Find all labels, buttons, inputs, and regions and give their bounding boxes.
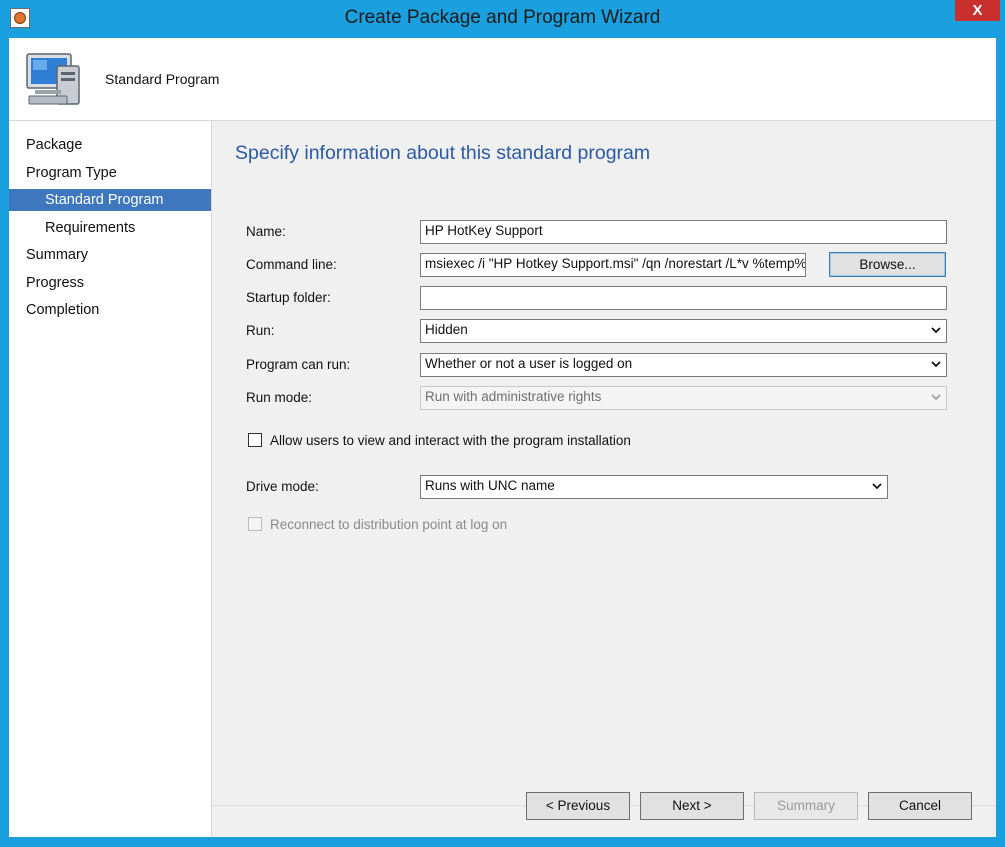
chevron-down-icon	[872, 483, 882, 490]
close-button[interactable]: X	[955, 0, 1000, 21]
header-title: Standard Program	[105, 71, 220, 87]
startup-folder-input[interactable]	[420, 286, 947, 310]
browse-button[interactable]: Browse...	[829, 252, 946, 277]
nav-item-requirements[interactable]: Requirements	[9, 217, 211, 239]
name-label: Name:	[246, 224, 286, 239]
allow-interact-label: Allow users to view and interact with th…	[270, 433, 631, 448]
next-button[interactable]: Next >	[640, 792, 744, 820]
nav-item-standard-program[interactable]: Standard Program	[9, 189, 211, 211]
run-select-value: Hidden	[425, 322, 468, 337]
program-can-run-select[interactable]: Whether or not a user is logged on	[420, 353, 947, 377]
nav-item-progress[interactable]: Progress	[9, 272, 211, 294]
run-mode-select: Run with administrative rights	[420, 386, 947, 410]
run-label: Run:	[246, 323, 275, 338]
nav-item-program-type[interactable]: Program Type	[9, 162, 211, 184]
wizard-nav: Package Program Type Standard Program Re…	[9, 121, 212, 837]
name-input[interactable]: HP HotKey Support	[420, 220, 947, 244]
previous-button[interactable]: < Previous	[526, 792, 630, 820]
reconnect-label: Reconnect to distribution point at log o…	[270, 517, 508, 532]
reconnect-checkbox	[248, 517, 262, 531]
nav-item-package[interactable]: Package	[9, 134, 211, 156]
wizard-header: Standard Program	[9, 38, 996, 121]
cancel-button[interactable]: Cancel	[868, 792, 972, 820]
wizard-window: Create Package and Program Wizard X Stan…	[0, 0, 1005, 847]
chevron-down-icon	[931, 394, 941, 401]
drive-mode-value: Runs with UNC name	[425, 478, 555, 493]
run-select[interactable]: Hidden	[420, 319, 947, 343]
page-heading: Specify information about this standard …	[235, 142, 651, 164]
run-mode-label: Run mode:	[246, 390, 313, 405]
summary-button: Summary	[754, 792, 858, 820]
startup-folder-label: Startup folder:	[246, 290, 331, 305]
program-can-run-label: Program can run:	[246, 357, 351, 372]
wizard-content: Specify information about this standard …	[212, 121, 996, 837]
run-mode-value: Run with administrative rights	[425, 389, 602, 404]
drive-mode-select[interactable]: Runs with UNC name	[420, 475, 888, 499]
command-line-label: Command line:	[246, 257, 337, 272]
wizard-client: Standard Program Package Program Type St…	[9, 38, 996, 837]
command-line-input[interactable]: msiexec /i "HP Hotkey Support.msi" /qn /…	[420, 253, 806, 277]
chevron-down-icon	[931, 327, 941, 334]
chevron-down-icon	[931, 361, 941, 368]
nav-item-completion[interactable]: Completion	[9, 299, 211, 321]
computer-icon	[26, 53, 80, 105]
allow-interact-checkbox[interactable]	[248, 433, 262, 447]
window-title: Create Package and Program Wizard	[344, 7, 661, 28]
nav-item-summary[interactable]: Summary	[9, 244, 211, 266]
program-can-run-value: Whether or not a user is logged on	[425, 356, 633, 371]
drive-mode-label: Drive mode:	[246, 479, 319, 494]
title-bar: Create Package and Program Wizard X	[0, 0, 1005, 38]
